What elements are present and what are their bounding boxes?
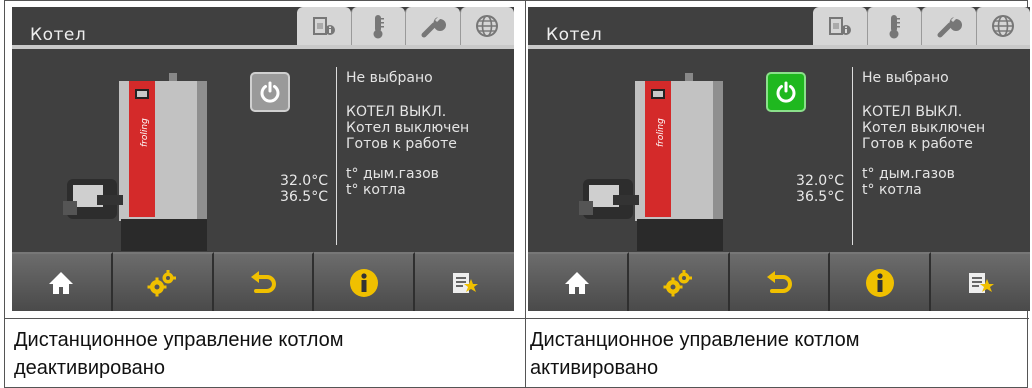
boiler-temp-value: 36.5°C: [796, 189, 844, 205]
power-button[interactable]: [250, 72, 290, 112]
tab-service[interactable]: [921, 7, 976, 45]
caption-line: Дистанционное управление котлом: [530, 329, 860, 351]
flue-gas-temp-label: t° дым.газов: [346, 166, 439, 182]
nav-settings-button[interactable]: [628, 252, 730, 311]
nav-favorites-button[interactable]: [415, 252, 514, 311]
globe-icon: [476, 15, 499, 37]
header-divider: [12, 45, 514, 49]
boiler-illustration: froling: [63, 73, 207, 251]
status-info: Не выбрано КОТЕЛ ВЫКЛ. Котел выключен Го…: [346, 70, 469, 198]
back-arrow-icon: [250, 270, 276, 293]
selection-status: Не выбрано: [862, 70, 949, 86]
nav-settings-button[interactable]: [112, 252, 214, 311]
nav-home-button[interactable]: [528, 252, 629, 311]
tab-boiler-info[interactable]: [297, 7, 351, 45]
tab-temperature[interactable]: [350, 7, 405, 45]
boiler-screen-activated: Котел froling 32.0°C 36.5°C Не выбрано К…: [528, 7, 1030, 311]
caption-line: активировано: [530, 357, 659, 379]
nav-info-button[interactable]: [314, 252, 416, 311]
table-divider-vertical: [525, 1, 526, 388]
screen-title: Котел: [546, 25, 603, 45]
settings-gears-icon: [663, 269, 693, 296]
caption-deactivated: Дистанционное управление котлом деактиви…: [14, 326, 344, 382]
wrench-icon: [421, 17, 446, 38]
power-icon: [260, 81, 280, 103]
nav-info-button[interactable]: [830, 252, 932, 311]
info-divider: [336, 67, 337, 245]
flue-gas-temp-value: 32.0°C: [796, 173, 844, 189]
boiler-temp-value: 36.5°C: [280, 189, 328, 205]
favorites-list-icon: [968, 272, 994, 293]
header-divider: [528, 45, 1030, 49]
boiler-state: КОТЕЛ ВЫКЛ.: [862, 104, 963, 120]
flue-gas-temp-label: t° дым.газов: [862, 166, 955, 182]
ready-status: Готов к работе: [346, 136, 457, 152]
boiler-screen-deactivated: Котел froling 32.0°C 36.5°C Не выбрано К…: [12, 7, 514, 311]
boiler-state-detail: Котел выключен: [862, 120, 986, 136]
screen-title: Котел: [30, 25, 87, 45]
tab-bar: [297, 7, 514, 45]
nav-favorites-button[interactable]: [931, 252, 1030, 311]
brand-label: froling: [656, 118, 666, 147]
info-divider: [852, 67, 853, 245]
boiler-info-icon: [312, 17, 335, 35]
table-divider-horizontal: [5, 318, 1029, 319]
caption-line: деактивировано: [14, 357, 165, 379]
nav-back-button[interactable]: [213, 252, 315, 311]
ready-status: Готов к работе: [862, 136, 973, 152]
caption-line: Дистанционное управление котлом: [14, 329, 344, 351]
status-info: Не выбрано КОТЕЛ ВЫКЛ. Котел выключен Го…: [862, 70, 985, 198]
selection-status: Не выбрано: [346, 70, 433, 86]
wrench-icon: [937, 17, 962, 38]
back-arrow-icon: [766, 270, 792, 293]
tab-network[interactable]: [459, 7, 514, 45]
home-icon: [49, 271, 74, 294]
tab-service[interactable]: [405, 7, 460, 45]
flue-gas-temp-value: 32.0°C: [280, 173, 328, 189]
nav-back-button[interactable]: [729, 252, 831, 311]
boiler-temp-label: t° котла: [346, 182, 406, 198]
boiler-state: КОТЕЛ ВЫКЛ.: [346, 104, 447, 120]
info-icon: [865, 268, 894, 297]
bottom-nav: [528, 252, 1030, 311]
globe-icon: [992, 15, 1015, 37]
bottom-nav: [12, 252, 514, 311]
nav-home-button[interactable]: [12, 252, 113, 311]
power-icon: [776, 81, 796, 103]
temperature-values: 32.0°C 36.5°C: [796, 173, 844, 205]
temperature-values: 32.0°C 36.5°C: [280, 173, 328, 205]
boiler-info-icon: [828, 17, 851, 35]
boiler-state-detail: Котел выключен: [346, 120, 470, 136]
tab-temperature[interactable]: [866, 7, 921, 45]
info-icon: [349, 268, 378, 297]
caption-activated: Дистанционное управление котлом активиро…: [530, 326, 860, 382]
thermometer-icon: [373, 15, 385, 39]
boiler-temp-label: t° котла: [862, 182, 922, 198]
favorites-list-icon: [452, 272, 478, 293]
tab-network[interactable]: [975, 7, 1030, 45]
power-button[interactable]: [766, 72, 806, 112]
brand-label: froling: [140, 118, 150, 147]
thermometer-icon: [889, 15, 901, 39]
boiler-illustration: froling: [579, 73, 723, 251]
tab-bar: [813, 7, 1030, 45]
settings-gears-icon: [147, 269, 177, 296]
tab-boiler-info[interactable]: [813, 7, 867, 45]
home-icon: [565, 271, 590, 294]
